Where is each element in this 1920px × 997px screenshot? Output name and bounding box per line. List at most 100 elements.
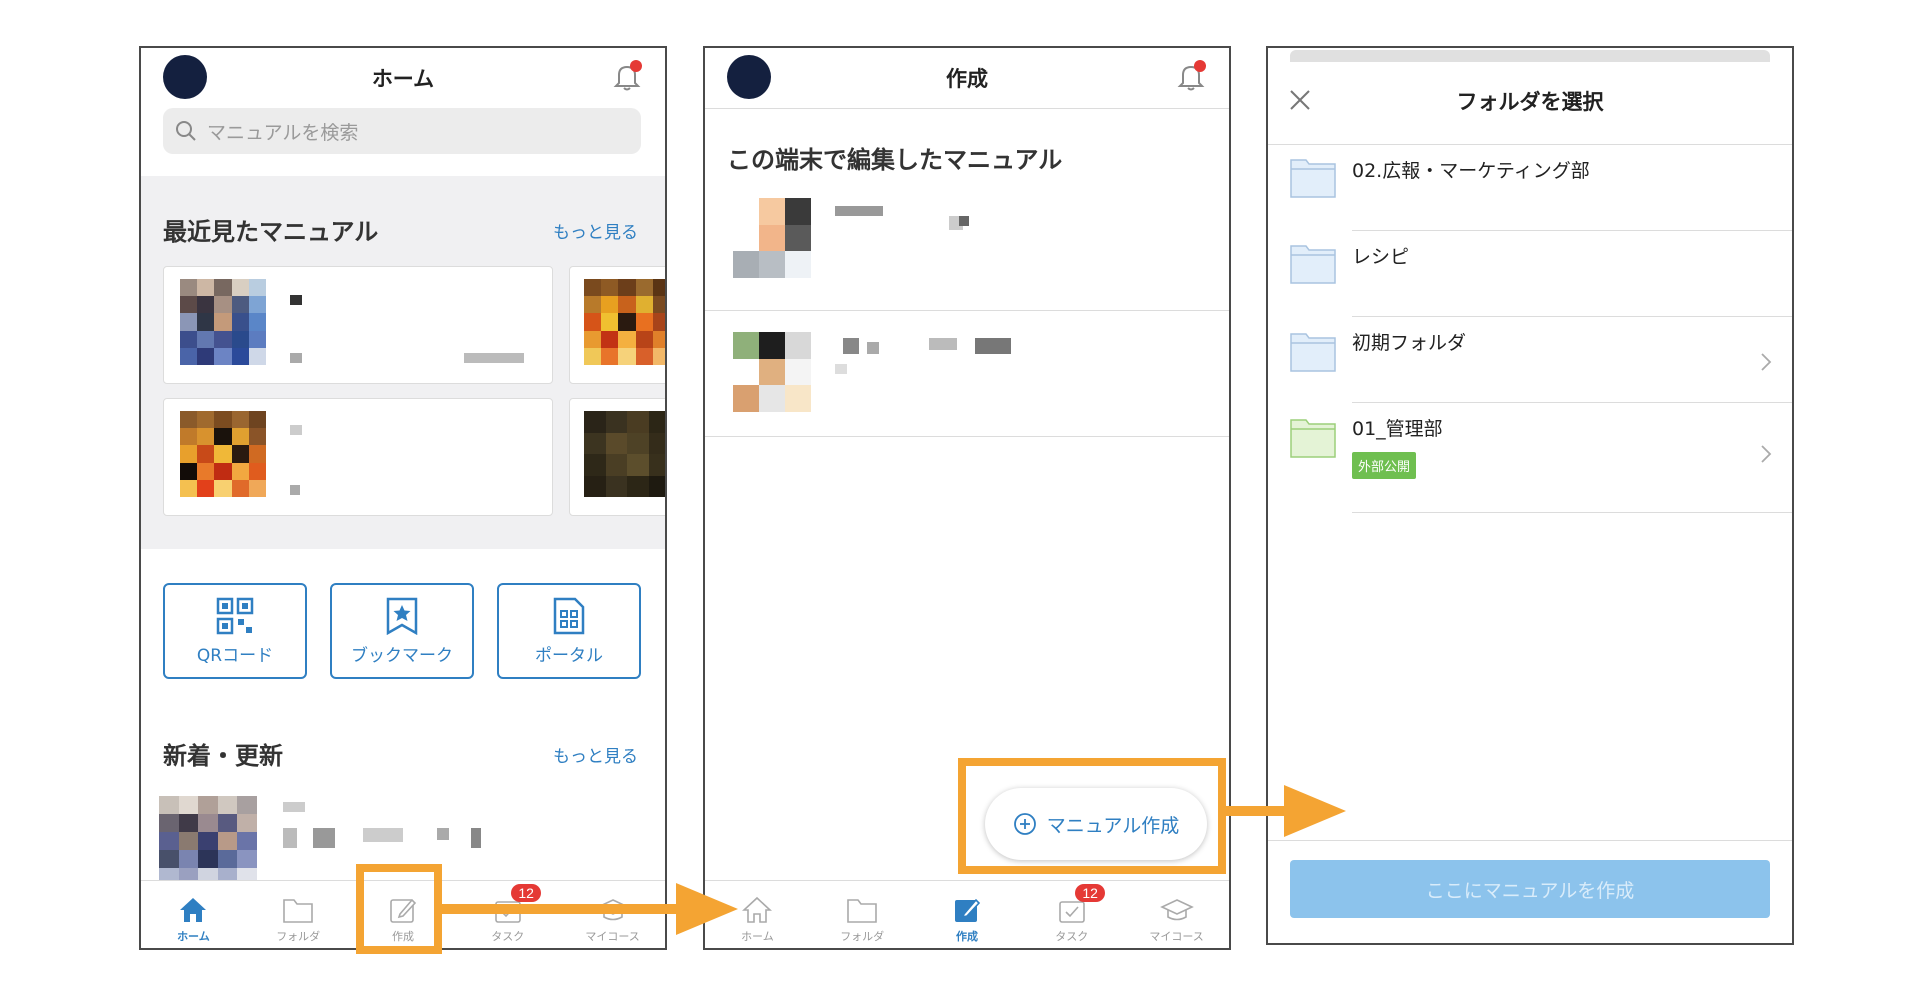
manual-thumbnail [733,198,811,278]
news-more-link[interactable]: もっと見る [553,742,638,767]
page-title: 作成 [946,67,988,91]
search-input[interactable]: マニュアルを検索 [163,108,641,154]
tab-create[interactable]: 作成 [915,881,1020,948]
manual-thumbnail [180,279,266,365]
blurred-text [835,364,847,374]
tab-label: 作成 [955,930,978,943]
folder-icon [1290,333,1336,372]
blurred-text [471,828,481,848]
list-item[interactable] [705,328,1229,438]
task-badge: 12 [1075,884,1105,902]
tab-bar: ホーム フォルダ 作成 12 タスク マイコース [705,880,1229,948]
blurred-text [290,485,300,495]
blurred-text [867,342,879,354]
arrow-line [1224,806,1286,816]
avatar[interactable] [727,55,771,99]
tab-label: タスク [491,930,525,943]
task-badge: 12 [511,884,541,902]
create-here-button[interactable]: ここにマニュアルを作成 [1290,860,1770,918]
tab-label: フォルダ [840,930,885,943]
folder-icon [1290,245,1336,284]
tab-label: フォルダ [276,930,321,943]
search-placeholder: マニュアルを検索 [207,121,359,144]
folder-icon [1290,419,1336,458]
divider [705,436,1229,437]
arrow-head [676,883,738,935]
divider [1352,512,1792,513]
folder-name: 初期フォルダ [1352,332,1467,354]
arrow-head [1284,785,1346,837]
page-title: ホーム [371,67,435,91]
blurred-text [290,295,302,305]
blurred-text [283,828,297,848]
tab-task[interactable]: 12 タスク [1019,881,1124,948]
recent-title: 最近見たマニュアル [163,218,379,246]
create-here-label: ここにマニュアルを作成 [1425,879,1635,902]
folder-row[interactable]: 初期フォルダ [1268,316,1792,402]
chevron-right-icon [1761,353,1772,371]
blurred-text [959,216,969,226]
portal-label: ポータル [535,645,603,666]
avatar[interactable] [163,55,207,99]
divider [705,310,1229,311]
blurred-text [313,828,335,848]
recent-card[interactable] [569,266,665,384]
bell-icon[interactable] [1173,58,1209,94]
bookmark-label: ブックマーク [351,645,453,666]
folder-row[interactable]: レシピ [1268,230,1792,316]
home-screen: ホーム マニュアルを検索 最近見たマニュアル もっと見る QRコード ブックマー… [139,46,667,950]
folder-name: 01_管理部 [1352,418,1443,440]
tab-task[interactable]: 12 タスク [455,881,560,948]
recent-card[interactable] [163,266,553,384]
home-icon [180,898,207,922]
folder-icon [847,899,877,923]
portal-button[interactable]: ポータル [497,583,641,679]
manual-thumbnail [733,332,811,412]
chevron-right-icon [1761,445,1772,463]
bell-icon[interactable] [609,58,645,94]
folder-row[interactable]: 02.広報・マーケティング部 [1268,144,1792,230]
search-icon [176,121,196,141]
tab-folder[interactable]: フォルダ [810,881,915,948]
tab-folder[interactable]: フォルダ [246,881,351,948]
tab-mycourse[interactable]: マイコース [1124,881,1229,948]
manual-thumbnail [159,796,257,886]
tab-home[interactable]: ホーム [141,881,246,948]
recent-more-link[interactable]: もっと見る [553,218,638,243]
bookmark-icon [386,597,418,635]
tab-label: タスク [1055,930,1089,943]
divider [705,108,1229,109]
recent-card[interactable] [569,398,665,516]
recent-card[interactable] [163,398,553,516]
blurred-text [835,206,883,216]
bookmark-button[interactable]: ブックマーク [330,583,474,679]
blurred-text [437,828,449,840]
folder-row[interactable]: 01_管理部 外部公開 [1268,402,1792,512]
folder-name: レシピ [1352,246,1410,268]
blurred-text [464,353,524,363]
tab-label: ホーム [177,930,210,943]
blurred-text [290,353,302,363]
blurred-text [363,828,403,842]
list-item[interactable] [705,198,1229,308]
create-header: 作成 [705,48,1229,108]
divider [1268,840,1792,841]
tab-label: マイコース [1149,930,1204,943]
folder-icon [1290,159,1336,198]
folder-name: 02.広報・マーケティング部 [1352,160,1590,182]
folder-icon [283,899,313,923]
sheet-handle [1290,50,1770,62]
page-title: フォルダを選択 [1456,90,1604,114]
portal-icon [553,597,585,634]
qr-code-button[interactable]: QRコード [163,583,307,679]
public-tag: 外部公開 [1352,452,1417,479]
qr-code-label: QRコード [196,645,274,666]
graduation-cap-icon [1159,899,1194,921]
blurred-text [283,802,305,812]
tab-mycourse[interactable]: マイコース [560,881,665,948]
qr-code-icon [216,597,254,634]
arrow-line [436,904,676,914]
recent-section: 最近見たマニュアル もっと見る [141,176,665,549]
blurred-text [929,338,957,350]
blurred-text [843,338,859,354]
